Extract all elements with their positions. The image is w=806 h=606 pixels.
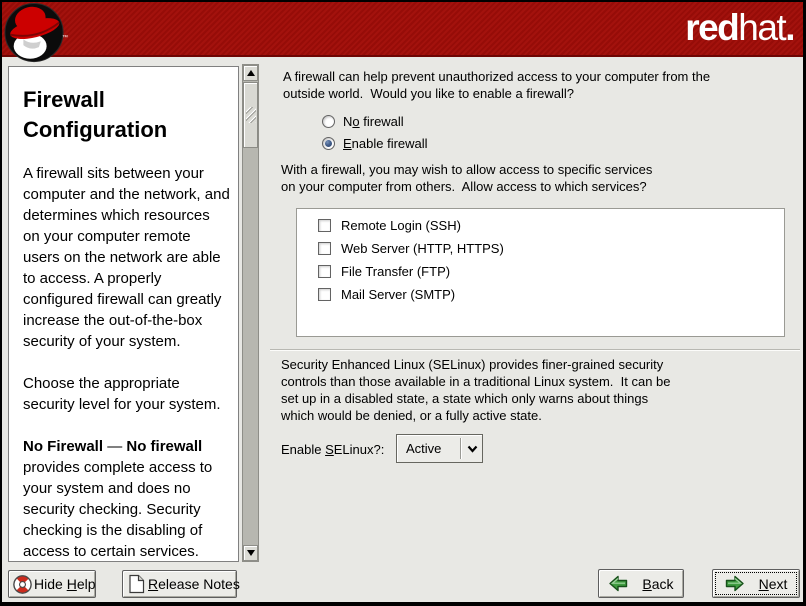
document-icon [128, 574, 145, 594]
services-list: Remote Login (SSH) Web Server (HTTP, HTT… [296, 208, 785, 337]
wordmark-dot: . [785, 7, 794, 48]
service-row-ftp[interactable]: File Transfer (FTP) [318, 264, 784, 278]
help-title: Firewall Configuration [23, 85, 230, 145]
radio-no-firewall[interactable]: No firewall [322, 112, 404, 131]
firewall-intro-text: A firewall can help prevent unauthorized… [283, 68, 710, 102]
arrow-left-icon [608, 575, 628, 592]
arrow-right-icon [725, 575, 745, 592]
next-label: Next [759, 576, 788, 592]
selinux-dropdown-value[interactable]: Active [397, 441, 460, 456]
selinux-description-text: Security Enhanced Linux (SELinux) provid… [281, 356, 671, 424]
checkbox-smtp[interactable] [318, 288, 331, 301]
service-label-ftp[interactable]: File Transfer (FTP) [341, 264, 450, 279]
service-row-http[interactable]: Web Server (HTTP, HTTPS) [318, 241, 784, 255]
help-paragraph-2: Choose the appropriate security level fo… [23, 373, 230, 415]
help-paragraph-1: A firewall sits between your computer an… [23, 163, 230, 352]
scrollbar-thumb[interactable] [243, 82, 258, 148]
scroll-down-button[interactable] [243, 545, 258, 561]
window-frame: redhat. ™ Firewall Configuration A firew… [2, 2, 803, 602]
radio-enable-firewall-label[interactable]: Enable firewall [343, 136, 428, 151]
radio-button-enable-firewall[interactable] [322, 137, 335, 150]
back-label: Back [642, 576, 673, 592]
next-button[interactable]: Next [712, 569, 800, 598]
back-button[interactable]: Back [598, 569, 684, 598]
installer-window: redhat. ™ Firewall Configuration A firew… [0, 0, 806, 606]
redhat-wordmark: redhat. [685, 7, 794, 49]
help-paragraph-3: No Firewall — No firewall provides compl… [23, 436, 230, 562]
scroll-up-button[interactable] [243, 65, 258, 81]
checkbox-ssh[interactable] [318, 219, 331, 232]
chevron-down-icon[interactable] [462, 445, 482, 453]
radio-button-no-firewall[interactable] [322, 115, 335, 128]
radio-no-firewall-label[interactable]: No firewall [343, 114, 404, 129]
arrow-up-icon [247, 70, 255, 76]
service-label-ssh[interactable]: Remote Login (SSH) [341, 218, 461, 233]
checkbox-http[interactable] [318, 242, 331, 255]
wordmark-red: red [685, 7, 738, 48]
checkbox-ftp[interactable] [318, 265, 331, 278]
help-scrollbar[interactable] [242, 64, 259, 562]
help-panel: Firewall Configuration A firewall sits b… [8, 66, 239, 562]
redhat-shadowman-logo-icon [4, 2, 66, 65]
services-intro-text: With a firewall, you may wish to allow a… [281, 161, 652, 195]
radio-enable-firewall[interactable]: Enable firewall [322, 134, 428, 153]
term-dash: — [103, 438, 126, 455]
banner-texture [2, 2, 803, 55]
term-no-firewall: No Firewall [23, 438, 103, 455]
scrollbar-grip [246, 107, 256, 123]
release-notes-button[interactable]: Release Notes [122, 570, 237, 598]
wordmark-hat: hat [738, 7, 785, 48]
trademark-mark: ™ [62, 35, 68, 41]
arrow-down-icon [247, 550, 255, 556]
service-label-http[interactable]: Web Server (HTTP, HTTPS) [341, 241, 504, 256]
hide-help-button[interactable]: Hide Help [8, 570, 96, 598]
service-row-ssh[interactable]: Remote Login (SSH) [318, 218, 784, 232]
selinux-label: Enable SELinux?: [281, 442, 384, 457]
term-no-firewall-2: No firewall [126, 438, 202, 455]
hide-help-label: Hide Help [34, 576, 96, 592]
service-row-smtp[interactable]: Mail Server (SMTP) [318, 287, 784, 301]
help-paragraph-3-rest: provides complete access to your system … [23, 459, 224, 562]
selinux-dropdown[interactable]: Active [396, 434, 483, 463]
title-banner: redhat. [2, 2, 803, 57]
lifebuoy-icon [12, 574, 33, 595]
release-notes-label: Release Notes [148, 576, 240, 592]
service-label-smtp[interactable]: Mail Server (SMTP) [341, 287, 455, 302]
section-separator [270, 349, 800, 351]
